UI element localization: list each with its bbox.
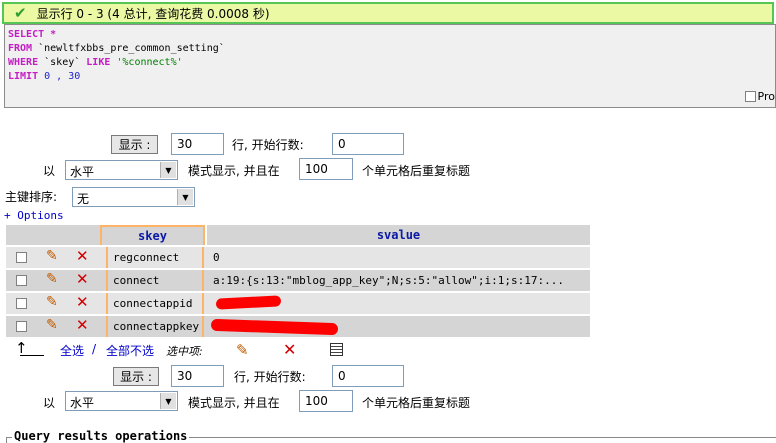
edit-pencil-icon[interactable]: ✎	[46, 248, 58, 264]
start-row-label-bottom: 行, 开始行数:	[234, 370, 306, 384]
status-message: 显示行 0 - 3 (4 总计, 查询花费 0.0008 秒)	[36, 6, 270, 21]
table-row: ✎ ✕ connect a:19:{s:13:"mblog_app_key";N…	[6, 270, 590, 291]
sql-keyword: LIMIT	[8, 71, 39, 82]
rows-input-bottom[interactable]: 30	[171, 365, 224, 387]
sql-string: '%connect%'	[110, 57, 183, 68]
select-all-link[interactable]: 全选	[60, 342, 84, 359]
cell-skey[interactable]: connectappid	[106, 293, 204, 314]
sql-token: *	[44, 29, 57, 40]
sql-keyword: FROM	[8, 43, 33, 54]
bulk-arrow-line	[20, 355, 44, 356]
show-button-bottom[interactable]: 显示 :	[113, 367, 159, 386]
sql-query-box: SELECT * FROM `newltfxbbs_pre_common_set…	[4, 24, 776, 108]
repeat-header-input-top[interactable]: 100	[299, 158, 353, 180]
sql-number: 0 , 30	[38, 71, 81, 82]
sql-keyword: WHERE	[8, 57, 39, 68]
chevron-down-icon: ▼	[160, 393, 176, 409]
start-row-label-top: 行, 开始行数:	[232, 138, 304, 152]
sql-keyword: SELECT	[8, 29, 45, 40]
cell-svalue[interactable]: a:19:{s:13:"mblog_app_key";N;s:5:"allow"…	[207, 270, 590, 291]
repeat-header-input-bottom[interactable]: 100	[299, 390, 353, 412]
cell-skey[interactable]: connect	[106, 270, 204, 291]
display-mode-select-top[interactable]: 水平 ▼	[65, 160, 178, 180]
start-row-input-bottom[interactable]: 0	[332, 365, 404, 387]
row-checkbox[interactable]	[16, 321, 27, 332]
sql-keyword: LIKE	[86, 57, 111, 68]
display-mode-value: 水平	[70, 165, 95, 179]
chevron-down-icon: ▼	[160, 162, 176, 178]
delete-x-icon[interactable]: ✕	[76, 270, 89, 288]
table-row: ✎ ✕ regconnect 0	[6, 247, 590, 268]
row-checkbox[interactable]	[16, 298, 27, 309]
sort-select[interactable]: 无 ▼	[72, 187, 195, 207]
repeat-header-label-top: 个单元格后重复标题	[362, 164, 471, 178]
show-button-top[interactable]: 显示 :	[111, 135, 158, 154]
with-selected-label: 选中项:	[166, 345, 203, 358]
delete-selected-icon[interactable]: ✕	[283, 340, 296, 359]
table-row: ✎ ✕ connectappkey	[6, 316, 590, 337]
mode-label-top: 模式显示, 并且在	[188, 164, 280, 178]
sort-value: 无	[77, 192, 90, 206]
edit-selected-icon[interactable]: ✎	[236, 341, 249, 359]
mode-label-bottom: 模式显示, 并且在	[188, 396, 280, 410]
table-header-spacer	[6, 225, 100, 245]
display-mode-select-bottom[interactable]: 水平 ▼	[65, 391, 178, 411]
by-label-bottom: 以	[43, 396, 56, 410]
cell-skey[interactable]: regconnect	[106, 247, 204, 268]
rows-input-top[interactable]: 30	[171, 133, 224, 155]
edit-pencil-icon[interactable]: ✎	[46, 317, 58, 333]
start-row-input-top[interactable]: 0	[332, 133, 404, 155]
row-checkbox[interactable]	[16, 275, 27, 286]
display-mode-value: 水平	[70, 396, 95, 410]
cell-skey[interactable]: connectappkey	[106, 316, 204, 337]
delete-x-icon[interactable]: ✕	[76, 247, 89, 265]
sql-token: `newltfxbbs_pre_common_setting`	[32, 43, 225, 54]
sql-token: `skey`	[38, 57, 87, 68]
profiling-label: Pro	[757, 90, 775, 103]
repeat-header-label-bottom: 个单元格后重复标题	[362, 396, 471, 410]
success-banner: ✔ 显示行 0 - 3 (4 总计, 查询花费 0.0008 秒)	[2, 2, 774, 24]
edit-pencil-icon[interactable]: ✎	[46, 294, 58, 310]
column-header-svalue[interactable]: svalue	[207, 225, 590, 245]
row-checkbox[interactable]	[16, 252, 27, 263]
column-header-skey[interactable]: skey	[100, 225, 205, 245]
deselect-all-link[interactable]: 全部不选	[106, 342, 154, 359]
operations-border-left	[6, 437, 7, 443]
delete-x-icon[interactable]: ✕	[76, 316, 89, 334]
by-label-top: 以	[43, 164, 56, 178]
check-icon: ✔	[14, 4, 27, 22]
export-selected-icon[interactable]	[330, 343, 343, 356]
edit-pencil-icon[interactable]: ✎	[46, 271, 58, 287]
delete-x-icon[interactable]: ✕	[76, 293, 89, 311]
options-link[interactable]: + Options	[4, 209, 64, 222]
chevron-down-icon: ▼	[177, 189, 193, 205]
arrow-up-icon: ↑	[15, 339, 28, 357]
sql-text: SELECT * FROM `newltfxbbs_pre_common_set…	[5, 25, 775, 84]
cell-svalue[interactable]: 0	[207, 247, 590, 268]
profiling-checkbox[interactable]	[744, 91, 756, 102]
profiling-toggle[interactable]: Pro	[744, 90, 775, 103]
sort-label: 主键排序:	[5, 190, 58, 204]
bulk-separator: /	[92, 342, 97, 356]
operations-legend: Query results operations	[12, 429, 190, 443]
table-row: ✎ ✕ connectappid	[6, 293, 590, 314]
